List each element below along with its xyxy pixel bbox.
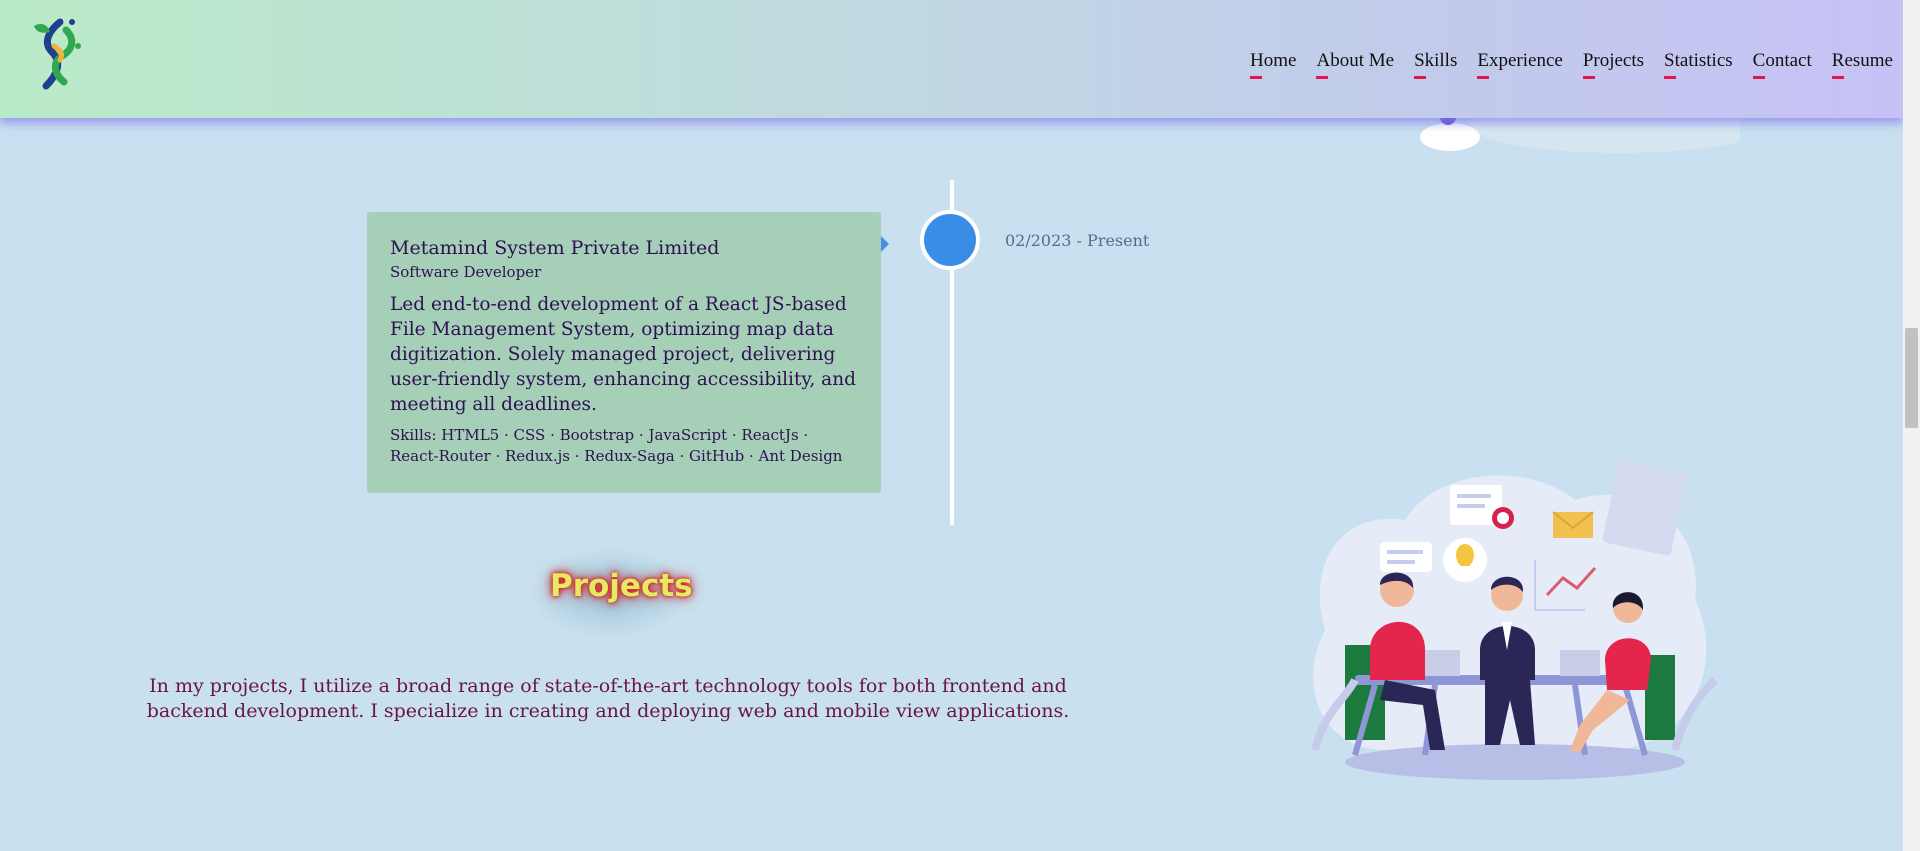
nav-about-me[interactable]: About Me (1316, 50, 1394, 79)
nav-skills[interactable]: Skills (1414, 50, 1457, 79)
nav-projects[interactable]: Projects (1582, 50, 1644, 79)
experience-description: Led end-to-end development of a React JS… (390, 294, 856, 415)
projects-intro-text: In my projects, I utilize a broad range … (146, 675, 1070, 722)
timeline-card-pointer (881, 236, 889, 252)
nav-statistics[interactable]: Statistics (1664, 50, 1733, 79)
nav-contact[interactable]: Contact (1752, 50, 1812, 79)
experience-card: Metamind System Private Limited Software… (367, 212, 881, 493)
site-header: Home About Me Skills Experience Projects… (0, 0, 1903, 118)
experience-date: 02/2023 - Present (1005, 231, 1150, 250)
experience-company: Metamind System Private Limited (390, 237, 720, 259)
experience-role: Software Developer (390, 263, 542, 281)
nav-resume[interactable]: Resume (1831, 50, 1893, 79)
nav-experience[interactable]: Experience (1477, 50, 1563, 79)
main-nav: Home About Me Skills Experience Projects… (1230, 50, 1893, 79)
experience-skills: Skills: HTML5 · CSS · Bootstrap · JavaSc… (390, 426, 843, 465)
nav-home[interactable]: Home (1250, 50, 1296, 79)
scrollbar-thumb[interactable] (1905, 328, 1918, 428)
timeline-dot (920, 210, 980, 270)
team-meeting-illustration (1311, 459, 1718, 780)
projects-heading: Projects (550, 568, 693, 604)
leaf-helix-logo-icon[interactable] (30, 16, 86, 92)
